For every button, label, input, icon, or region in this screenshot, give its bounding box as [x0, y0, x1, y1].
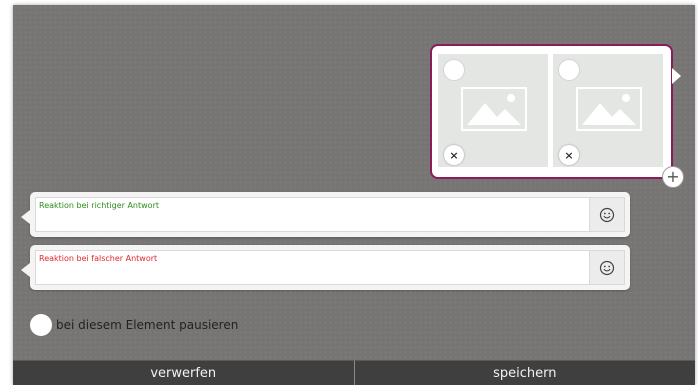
image-slot-2[interactable]: × [553, 54, 663, 167]
remove-image-1-button[interactable]: × [444, 145, 464, 165]
pause-label: bei diesem Element pausieren [56, 318, 239, 332]
bubble-tail [672, 68, 681, 84]
image-slot-1[interactable]: × [438, 54, 548, 167]
feedback-wrong: Reaktion bei falscher Antwort [21, 245, 630, 290]
save-button[interactable]: speichern [354, 360, 695, 385]
smiley-icon [599, 207, 615, 222]
bubble-tail [21, 210, 30, 224]
smiley-icon [599, 260, 615, 275]
emoji-button-correct[interactable] [589, 197, 625, 232]
plus-icon: + [666, 167, 680, 186]
editor-panel: × × + Reaktion bei richtiger Antwort Rea… [13, 5, 695, 385]
emoji-button-wrong[interactable] [589, 250, 625, 285]
feedback-correct: Reaktion bei richtiger Antwort [21, 192, 630, 237]
close-icon: × [449, 148, 459, 162]
feedback-wrong-input[interactable]: Reaktion bei falscher Antwort [35, 250, 589, 285]
image-placeholder-icon [461, 87, 527, 131]
discard-button[interactable]: verwerfen [13, 360, 355, 385]
remove-image-2-button[interactable]: × [559, 145, 579, 165]
add-image-button[interactable]: + [662, 166, 684, 188]
action-bar: verwerfen speichern [13, 360, 695, 385]
image-slot-2-radio[interactable] [558, 59, 580, 81]
pause-radio[interactable] [30, 314, 52, 336]
image-answer-bubble: × × [430, 44, 681, 179]
image-placeholder-icon [576, 87, 642, 131]
feedback-correct-input[interactable]: Reaktion bei richtiger Antwort [35, 197, 589, 232]
bubble-tail [21, 263, 30, 277]
image-slot-1-radio[interactable] [443, 59, 465, 81]
close-icon: × [564, 148, 574, 162]
pause-toggle[interactable]: bei diesem Element pausieren [30, 314, 238, 336]
